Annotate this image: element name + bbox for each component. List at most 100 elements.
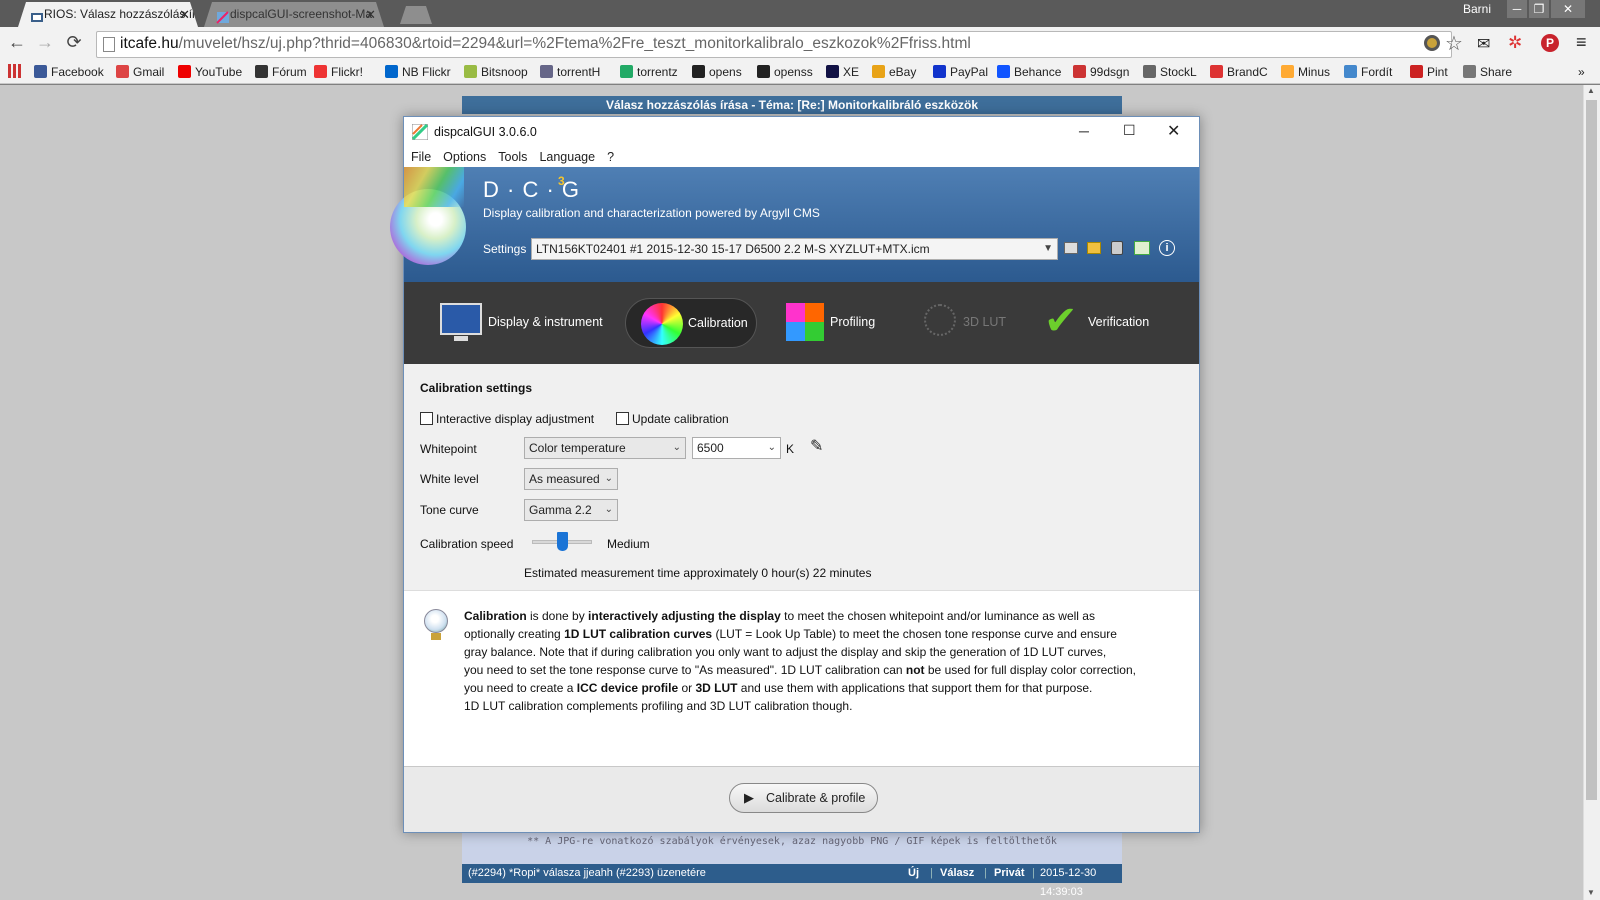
bookmark-favicon-icon [1281,65,1294,78]
forum-action-reply[interactable]: Válasz [940,864,974,883]
close-tab-icon[interactable]: ✕ [179,2,190,27]
bookmark-item[interactable]: Flickr! [314,62,363,82]
forum-action-private[interactable]: Privát [994,864,1025,883]
minimize-icon[interactable]: ─ [1507,0,1527,18]
apps-grid-icon[interactable] [8,64,22,78]
app-tagline: Display calibration and characterization… [483,206,820,220]
profile-name[interactable]: Barni [1462,0,1492,18]
bookmark-favicon-icon [1073,65,1086,78]
bookmark-favicon-icon [34,65,47,78]
close-tab-icon[interactable]: ✕ [365,2,376,27]
tab-calibration[interactable]: Calibration [625,298,757,348]
speed-value: Medium [607,537,650,551]
extension-puzzle-icon[interactable]: ✲ [1508,33,1522,53]
info-segment: Calibration [464,609,527,623]
measurement-estimate: Estimated measurement time approximately… [524,566,872,580]
tab-inactive[interactable]: dispcalGUI-screenshot-Ma ✕ [204,2,384,27]
delete-settings-icon[interactable] [1111,241,1123,255]
bookmark-item[interactable]: StockL [1143,62,1197,82]
restore-icon[interactable]: ❐ [1529,0,1549,18]
scrollbar-thumb[interactable] [1586,100,1597,800]
install-profile-icon[interactable] [1134,241,1150,255]
menu-options[interactable]: Options [443,147,486,167]
reply-reference[interactable]: (#2294) *Ropi* válasza jjeahh (#2293) üz… [468,864,706,883]
extension-icon[interactable] [1424,35,1440,51]
bookmark-label: torrentz [637,65,678,79]
save-settings-icon[interactable] [1064,242,1078,254]
interactive-adjust-checkbox[interactable]: Interactive display adjustment [420,411,594,427]
info-icon[interactable]: i [1159,240,1175,256]
update-calibration-checkbox[interactable]: Update calibration [616,411,729,427]
tab-display-instrument[interactable]: Display & instrument [434,298,604,348]
tab-verification[interactable]: ✔ Verification [1044,298,1184,348]
tab-profiling[interactable]: Profiling [784,298,904,348]
bookmark-label: Pint [1427,65,1448,79]
bookmark-label: Minus [1298,65,1331,79]
bookmark-item[interactable]: 99dsgn [1073,62,1129,82]
bookmark-label: PayPal [950,65,989,79]
bookmark-favicon-icon [872,65,885,78]
menu-file[interactable]: File [411,147,431,167]
white-level-dropdown[interactable]: As measured ⌄ [524,468,618,490]
kelvin-unit: K [786,442,795,456]
close-window-icon[interactable]: ✕ [1551,0,1585,18]
tab-active[interactable]: RIOS: Válasz hozzászólás ír ✕ [18,2,198,27]
settings-dropdown[interactable]: LTN156KT02401 #1 2015-12-30 15-17 D6500 … [531,238,1058,260]
minimize-icon[interactable]: ─ [1079,123,1089,139]
chevron-down-icon: ⌄ [604,504,613,515]
close-icon[interactable]: ✕ [1167,121,1180,141]
menu-icon[interactable]: ≡ [1576,32,1587,53]
bookmark-item[interactable]: torrentz [620,62,678,82]
whitepoint-mode-dropdown[interactable]: Color temperature ⌄ [524,437,686,459]
bookmark-item[interactable]: Gmail [116,62,164,82]
bookmark-item[interactable]: Facebook [34,62,104,82]
bookmark-label: StockL [1160,65,1197,79]
menu-language[interactable]: Language [539,147,595,167]
bookmark-favicon-icon [1410,65,1423,78]
scroll-down-icon[interactable]: ▼ [1587,888,1595,897]
menu-tools[interactable]: Tools [498,147,527,167]
bookmark-item[interactable]: Bitsnoop [464,62,528,82]
bookmark-item[interactable]: Behance [997,62,1061,82]
forum-action-new[interactable]: Új [908,864,919,883]
tab-label: 3D LUT [963,315,1007,329]
bookmark-item[interactable]: PayPal [933,62,988,82]
forum-header-bar: Válasz hozzászólás írása - Téma: [Re:] M… [462,96,1122,114]
info-segment: you need to set the tone response curve … [464,663,906,677]
scroll-up-icon[interactable]: ▲ [1587,86,1595,95]
forward-arrow-icon[interactable]: → [33,30,57,54]
reload-icon[interactable]: ⟳ [62,30,86,54]
bookmark-item[interactable]: Share [1463,62,1512,82]
bookmark-item[interactable]: opens [692,62,742,82]
mail-icon[interactable]: ✉ [1477,34,1490,54]
bookmark-label: opens [709,65,742,79]
maximize-icon[interactable]: ☐ [1123,122,1136,139]
open-folder-icon[interactable] [1087,242,1101,254]
pinterest-icon[interactable]: P [1541,34,1559,52]
bookmark-item[interactable]: YouTube [178,62,242,82]
bookmark-item[interactable]: NB Flickr [385,62,451,82]
bookmark-item[interactable]: Pint [1410,62,1448,82]
speed-slider-thumb[interactable] [557,532,568,551]
bookmark-label: Facebook [51,65,104,79]
bookmark-item[interactable]: openss [757,62,813,82]
bookmark-item[interactable]: Fordít [1344,62,1392,82]
tone-curve-dropdown[interactable]: Gamma 2.2 ⌄ [524,499,618,521]
whitepoint-temperature-input[interactable]: 6500 ⌄ [692,437,781,459]
bookmark-item[interactable]: Fórum [255,62,307,82]
calibrate-profile-button[interactable]: ▶ Calibrate & profile [729,783,878,813]
bookmark-item[interactable]: Minus [1281,62,1330,82]
eyedropper-icon[interactable]: ✎ [810,436,823,456]
url-text: itcafe.hu/muvelet/hsz/uj.php?thrid=40683… [120,34,971,54]
bookmark-item[interactable]: XE [826,62,859,82]
star-icon[interactable]: ☆ [1445,31,1463,56]
bookmark-item[interactable]: eBay [872,62,916,82]
tab-3d-lut[interactable]: 3D LUT [918,298,1028,348]
bookmark-item[interactable]: BrandC [1210,62,1268,82]
menu-help[interactable]: ? [607,147,614,167]
bookmark-item[interactable]: torrentH [540,62,600,82]
back-arrow-icon[interactable]: ← [5,30,29,54]
tab-title: RIOS: Válasz hozzászólás ír [44,7,197,21]
bookmarks-overflow-icon[interactable]: » [1578,62,1585,82]
info-segment: be used for full display color correctio… [924,663,1136,677]
